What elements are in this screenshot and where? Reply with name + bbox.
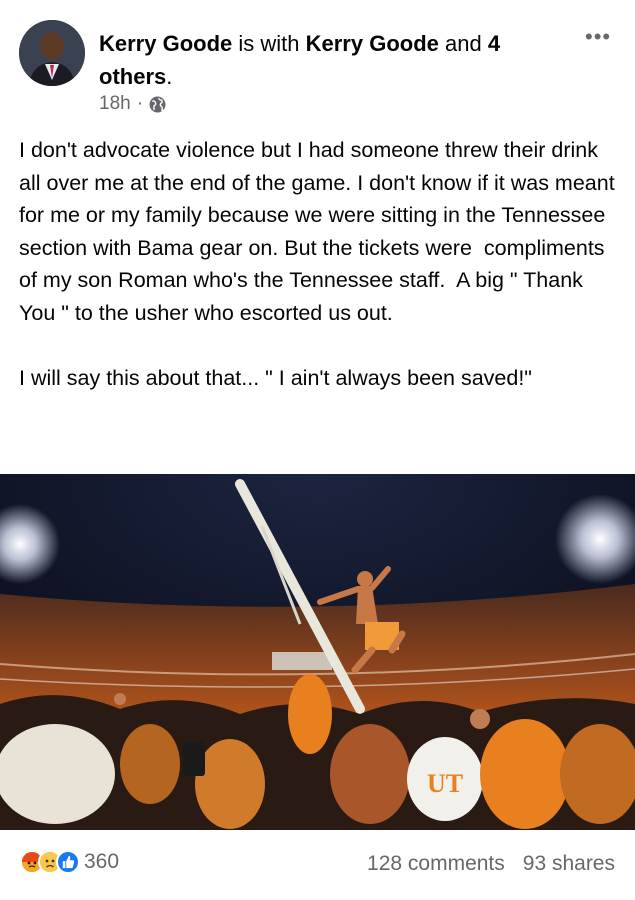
post-header: Kerry Goode is with Kerry Goode and 4 ot… <box>0 0 635 125</box>
post-body-text: I don't advocate violence but I had some… <box>19 138 615 390</box>
shares-count-link[interactable]: 93 shares <box>523 852 615 876</box>
post-meta: 18h · <box>99 93 166 115</box>
ut-logo-text: UT <box>427 769 463 798</box>
globe-icon[interactable] <box>149 96 166 113</box>
engagement-counts: 128 comments 93 shares <box>367 852 615 876</box>
post-footer: 360 128 comments 93 shares <box>0 840 635 890</box>
reaction-count: 360 <box>84 850 120 873</box>
author-name-link[interactable]: Kerry Goode <box>99 31 232 56</box>
comments-count-link[interactable]: 128 comments <box>367 852 505 876</box>
like-icon <box>56 850 80 874</box>
tagged-name-link[interactable]: Kerry Goode <box>306 31 439 56</box>
more-options-icon[interactable]: ••• <box>585 24 611 50</box>
avatar[interactable] <box>19 20 85 86</box>
meta-separator: · <box>136 93 144 114</box>
post-timestamp[interactable]: 18h <box>99 93 131 115</box>
others-end: . <box>166 64 173 89</box>
post-photo[interactable]: UT <box>0 474 635 830</box>
reactions-summary[interactable]: 360 <box>20 850 119 874</box>
with-text: is with <box>232 31 306 56</box>
post-author-line: Kerry Goode is with Kerry Goode and 4 ot… <box>99 27 559 93</box>
and-text: and <box>438 31 488 56</box>
